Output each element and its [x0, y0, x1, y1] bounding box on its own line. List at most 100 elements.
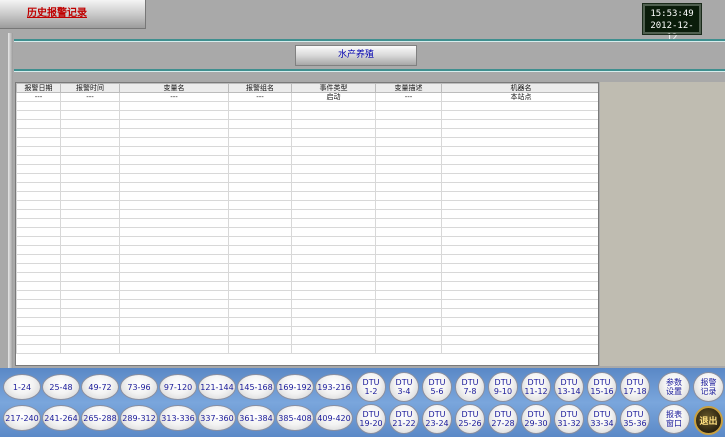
- column-header-time[interactable]: 报警时间: [60, 83, 120, 93]
- nav-button-dtu-21-22[interactable]: DTU 21-22: [389, 404, 419, 434]
- nav-button-121-144[interactable]: 121-144: [198, 374, 236, 400]
- table-row[interactable]: [16, 236, 598, 246]
- nav-button-169-192[interactable]: 169-192: [276, 374, 314, 400]
- table-row[interactable]: [16, 299, 598, 309]
- column-header-variable[interactable]: 变量名: [119, 83, 229, 93]
- alarm-table: 报警日期 报警时间 变量名 报警组名 事件类型 变量描述 机器名 --- ---…: [15, 82, 599, 366]
- nav-button-dtu-7-8[interactable]: DTU 7-8: [455, 372, 485, 402]
- table-row[interactable]: [16, 146, 598, 156]
- nav-button-dtu-1-2[interactable]: DTU 1-2: [356, 372, 386, 402]
- report-window-button[interactable]: 报表 窗口: [658, 404, 690, 434]
- nav-button-dtu-33-34[interactable]: DTU 33-34: [587, 404, 617, 434]
- table-row[interactable]: [16, 182, 598, 192]
- table-row[interactable]: [16, 263, 598, 273]
- exit-button[interactable]: 退出: [694, 406, 723, 435]
- alarm-records-button[interactable]: 报警 记录: [693, 372, 724, 402]
- table-row[interactable]: [16, 164, 598, 174]
- table-cell: [375, 290, 442, 300]
- table-row[interactable]: [16, 173, 598, 183]
- section-title-button[interactable]: 水产养殖: [295, 45, 417, 66]
- nav-button-dtu-9-10[interactable]: DTU 9-10: [488, 372, 518, 402]
- nav-button-409-420[interactable]: 409-420: [315, 405, 353, 431]
- nav-button-73-96[interactable]: 73-96: [120, 374, 158, 400]
- table-row[interactable]: [16, 110, 598, 120]
- table-cell: ---: [228, 92, 292, 102]
- table-row[interactable]: [16, 335, 598, 345]
- nav-button-dtu-23-24[interactable]: DTU 23-24: [422, 404, 452, 434]
- table-row[interactable]: [16, 191, 598, 201]
- table-row[interactable]: [16, 155, 598, 165]
- nav-button-337-360[interactable]: 337-360: [198, 405, 236, 431]
- table-row[interactable]: [16, 128, 598, 138]
- table-cell: [119, 245, 229, 255]
- table-row[interactable]: [16, 119, 598, 129]
- table-row[interactable]: [16, 344, 598, 354]
- nav-button-dtu-13-14[interactable]: DTU 13-14: [554, 372, 584, 402]
- table-cell: [16, 227, 61, 237]
- column-header-description[interactable]: 变量描述: [375, 83, 442, 93]
- table-cell: [16, 218, 61, 228]
- nav-button-dtu-11-12[interactable]: DTU 11-12: [521, 372, 551, 402]
- table-row[interactable]: [16, 137, 598, 147]
- parameter-settings-button[interactable]: 参数 设置: [658, 372, 690, 402]
- column-header-machine[interactable]: 机器名: [441, 83, 598, 93]
- table-row[interactable]: --- --- --- --- 启动 --- 本站点: [16, 92, 598, 102]
- nav-button-49-72[interactable]: 49-72: [81, 374, 119, 400]
- table-row[interactable]: [16, 254, 598, 264]
- column-header-event-type[interactable]: 事件类型: [291, 83, 376, 93]
- table-row[interactable]: [16, 101, 598, 111]
- nav-button-dtu-17-18[interactable]: DTU 17-18: [620, 372, 650, 402]
- table-row[interactable]: [16, 308, 598, 318]
- nav-button-dtu-25-26[interactable]: DTU 25-26: [455, 404, 485, 434]
- nav-button-265-288[interactable]: 265-288: [81, 405, 119, 431]
- table-cell: [291, 335, 376, 345]
- table-cell: [228, 272, 292, 282]
- nav-button-241-264[interactable]: 241-264: [42, 405, 80, 431]
- table-cell: [16, 263, 61, 273]
- table-row[interactable]: [16, 281, 598, 291]
- table-cell: [375, 173, 442, 183]
- table-cell: [16, 101, 61, 111]
- table-row[interactable]: [16, 317, 598, 327]
- nav-button-dtu-19-20[interactable]: DTU 19-20: [356, 404, 386, 434]
- table-cell: [228, 263, 292, 273]
- nav-button-dtu-15-16[interactable]: DTU 15-16: [587, 372, 617, 402]
- table-cell: [441, 272, 598, 282]
- nav-button-361-384[interactable]: 361-384: [237, 405, 275, 431]
- nav-button-dtu-29-30[interactable]: DTU 29-30: [521, 404, 551, 434]
- nav-button-289-312[interactable]: 289-312: [120, 405, 158, 431]
- table-cell: [119, 227, 229, 237]
- column-header-group[interactable]: 报警组名: [228, 83, 292, 93]
- table-row[interactable]: [16, 272, 598, 282]
- table-row[interactable]: [16, 290, 598, 300]
- nav-button-dtu-35-36[interactable]: DTU 35-36: [620, 404, 650, 434]
- nav-button-145-168[interactable]: 145-168: [237, 374, 275, 400]
- table-row[interactable]: [16, 209, 598, 219]
- nav-button-dtu-5-6[interactable]: DTU 5-6: [422, 372, 452, 402]
- nav-button-313-336[interactable]: 313-336: [159, 405, 197, 431]
- table-row[interactable]: [16, 227, 598, 237]
- table-cell: [16, 155, 61, 165]
- table-cell: [60, 290, 120, 300]
- table-cell: [119, 209, 229, 219]
- table-cell: [60, 263, 120, 273]
- table-cell: [228, 236, 292, 246]
- nav-button-193-216[interactable]: 193-216: [315, 374, 353, 400]
- nav-button-385-408[interactable]: 385-408: [276, 405, 314, 431]
- nav-button-1-24[interactable]: 1-24: [3, 374, 41, 400]
- table-row[interactable]: [16, 218, 598, 228]
- nav-button-dtu-31-32[interactable]: DTU 31-32: [554, 404, 584, 434]
- table-cell: [228, 146, 292, 156]
- nav-button-dtu-27-28[interactable]: DTU 27-28: [488, 404, 518, 434]
- column-header-date[interactable]: 报警日期: [16, 83, 61, 93]
- nav-button-217-240[interactable]: 217-240: [3, 405, 41, 431]
- nav-button-25-48[interactable]: 25-48: [42, 374, 80, 400]
- table-row[interactable]: [16, 200, 598, 210]
- nav-button-dtu-3-4[interactable]: DTU 3-4: [389, 372, 419, 402]
- table-row[interactable]: [16, 326, 598, 336]
- table-row[interactable]: [16, 245, 598, 255]
- exit-icon: 退出: [699, 417, 718, 427]
- nav-button-97-120[interactable]: 97-120: [159, 374, 197, 400]
- table-cell: [441, 236, 598, 246]
- table-cell: [119, 191, 229, 201]
